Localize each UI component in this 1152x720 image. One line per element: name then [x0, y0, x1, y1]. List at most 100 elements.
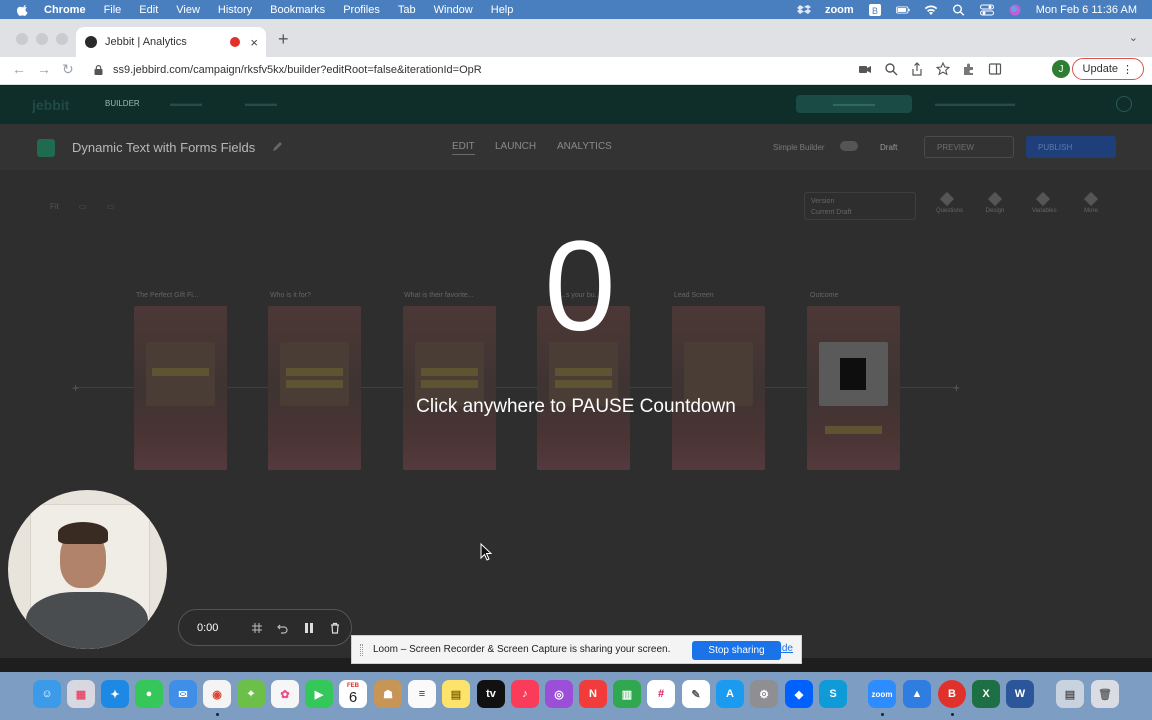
apple-icon[interactable] [16, 3, 30, 17]
notes-icon[interactable]: ▤ [442, 680, 470, 708]
publish-button[interactable]: PUBLISH [1026, 136, 1116, 158]
dropbox-icon[interactable]: ◆ [785, 680, 813, 708]
countdown-number[interactable]: 0 [480, 222, 680, 352]
screen-card[interactable] [672, 306, 765, 470]
screen-card[interactable] [268, 306, 361, 470]
textedit-icon[interactable]: ✎ [682, 680, 710, 708]
jebbit-logo[interactable]: jebbit [32, 97, 69, 113]
menu-edit[interactable]: Edit [139, 4, 158, 16]
tool-questions[interactable]: Questions [936, 191, 963, 214]
podcasts-icon[interactable]: ◎ [545, 680, 573, 708]
lock-icon[interactable] [94, 65, 103, 75]
menu-file[interactable]: File [104, 4, 122, 16]
tool-more[interactable]: More [1080, 191, 1102, 214]
restart-icon[interactable] [277, 622, 289, 634]
numbers-icon[interactable]: ▥ [613, 680, 641, 708]
version-select[interactable]: Version Current Draft [804, 192, 916, 220]
downloads-stack-icon[interactable]: ▤ [1056, 680, 1084, 708]
add-screen-left-icon[interactable]: + [72, 381, 79, 395]
canvas-tool-3[interactable]: ▭ [106, 202, 114, 211]
apple-tv-icon[interactable]: tv [477, 680, 505, 708]
siri-icon[interactable] [1008, 4, 1022, 16]
simple-builder-toggle[interactable] [840, 141, 858, 151]
menu-help[interactable]: Help [491, 4, 514, 16]
drag-handle-icon[interactable] [360, 643, 363, 656]
menu-history[interactable]: History [218, 4, 252, 16]
excel-icon[interactable]: X [972, 680, 1000, 708]
pause-countdown-message[interactable]: Click anywhere to PAUSE Countdown [340, 396, 812, 418]
safari-icon[interactable]: ✦ [101, 680, 129, 708]
pause-icon[interactable] [303, 622, 315, 634]
browser-tab-active[interactable]: Jebbit | Analytics × [76, 27, 266, 57]
nav-link-2[interactable]: ▬▬▬▬ [170, 99, 202, 108]
account-nav-link[interactable]: ▬▬▬▬▬▬▬▬▬▬ [935, 99, 1015, 108]
keynote-icon[interactable]: ▲ [903, 680, 931, 708]
close-window-button[interactable] [16, 33, 28, 45]
app-store-icon[interactable]: A [716, 680, 744, 708]
nav-link-3[interactable]: ▬▬▬▬ [245, 99, 277, 108]
reminders-icon[interactable]: ≡ [408, 680, 436, 708]
side-panel-icon[interactable] [988, 62, 1002, 76]
dropbox-status-icon[interactable] [796, 4, 811, 16]
mail-icon[interactable]: ✉ [169, 680, 197, 708]
photos-icon[interactable]: ✿ [271, 680, 299, 708]
nav-builder-link[interactable]: BUILDER [105, 99, 140, 108]
system-preferences-icon[interactable]: ⚙ [750, 680, 778, 708]
pencil-edit-icon[interactable] [272, 140, 284, 152]
stop-sharing-button[interactable]: Stop sharing [692, 641, 781, 660]
finder-icon[interactable]: ☺ [33, 680, 61, 708]
menu-profiles[interactable]: Profiles [343, 4, 380, 16]
screen-card[interactable] [807, 306, 900, 470]
zoom-app-icon[interactable]: zoom [868, 680, 896, 708]
share-icon[interactable] [910, 62, 924, 76]
calendar-icon[interactable]: FEB 6 [339, 680, 367, 708]
address-bar[interactable]: ss9.jebbird.com/campaign/rksfv5kx/builde… [86, 59, 966, 81]
profile-avatar[interactable]: J [1052, 60, 1070, 78]
trash-icon[interactable] [329, 622, 341, 634]
maps-icon[interactable]: ⌖ [237, 680, 265, 708]
url-text[interactable]: ss9.jebbird.com/campaign/rksfv5kx/builde… [113, 64, 482, 76]
tab-analytics[interactable]: ANALYTICS [557, 141, 612, 152]
close-tab-icon[interactable]: × [250, 35, 258, 50]
canvas-tool-2[interactable]: ▭ [79, 202, 87, 211]
news-icon[interactable]: N [579, 680, 607, 708]
launchpad-icon[interactable]: ▦ [67, 680, 95, 708]
reload-icon[interactable]: ↻ [62, 61, 74, 78]
zoom-status-text[interactable]: zoom [825, 4, 854, 16]
back-arrow-icon[interactable]: ← [12, 61, 26, 77]
zoom-window-button[interactable] [56, 33, 68, 45]
extensions-icon[interactable] [962, 62, 976, 76]
chrome-icon[interactable]: ◉ [203, 680, 231, 708]
control-center-icon[interactable] [979, 4, 994, 16]
trash-bin-icon[interactable]: 🗑 [1091, 680, 1119, 708]
tool-variables[interactable]: Variables [1032, 191, 1057, 214]
loom-camera-bubble[interactable] [8, 490, 167, 649]
forward-arrow-icon[interactable]: → [37, 61, 51, 77]
canvas-tool-fit[interactable]: Fit [50, 202, 59, 211]
web-page-content[interactable]: jebbit BUILDER ▬▬▬▬ ▬▬▬▬ ▬▬▬▬▬▬ ▬▬▬▬▬▬▬▬… [0, 86, 1152, 658]
battery-icon[interactable] [895, 4, 910, 16]
bookmark-star-icon[interactable] [936, 62, 950, 76]
menubar-clock[interactable]: Mon Feb 6 11:36 AM [1036, 4, 1137, 16]
project-title[interactable]: Dynamic Text with Forms Fields [72, 140, 255, 155]
bluejeans-icon[interactable]: B [938, 680, 966, 708]
tab-search-chevron-icon[interactable]: ⌄ [1129, 31, 1138, 44]
new-tab-button[interactable]: + [278, 29, 289, 50]
zoom-lens-icon[interactable] [884, 62, 898, 76]
top-pill-button[interactable]: ▬▬▬▬▬▬ [796, 95, 912, 113]
facetime-icon[interactable]: ▶ [305, 680, 333, 708]
slack-icon[interactable]: # [647, 680, 675, 708]
tab-launch[interactable]: LAUNCH [495, 141, 536, 152]
tab-edit[interactable]: EDIT [452, 141, 475, 155]
menu-window[interactable]: Window [434, 4, 473, 16]
hide-banner-link[interactable]: Hide [772, 643, 793, 654]
minimize-window-button[interactable] [36, 33, 48, 45]
camera-icon[interactable] [858, 62, 872, 76]
add-screen-right-icon[interactable]: + [953, 381, 960, 395]
bluetooth-app-icon[interactable]: B [868, 3, 882, 16]
menu-bookmarks[interactable]: Bookmarks [270, 4, 325, 16]
messages-icon[interactable]: ● [135, 680, 163, 708]
update-button[interactable]: Update ⋮ [1071, 58, 1144, 80]
menu-view[interactable]: View [176, 4, 200, 16]
wifi-icon[interactable] [924, 4, 938, 16]
